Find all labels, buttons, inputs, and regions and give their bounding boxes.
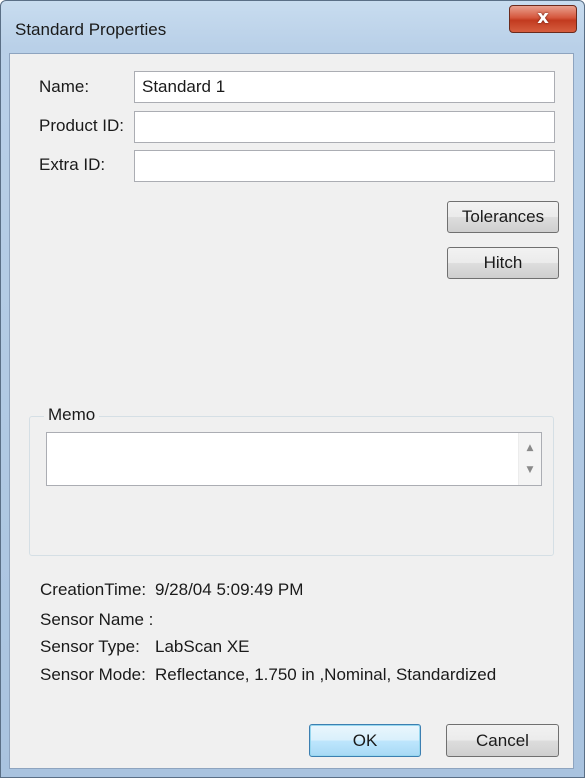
extra-id-label: Extra ID: (39, 155, 106, 174)
title-bar[interactable]: Standard Properties x (1, 1, 584, 53)
sensor-mode-value: Reflectance, 1.750 in ,Nominal, Standard… (155, 665, 497, 684)
sensor-name-label: Sensor Name : (40, 610, 154, 629)
window-title: Standard Properties (15, 20, 167, 39)
close-icon: x (537, 7, 549, 28)
name-field[interactable] (134, 71, 555, 103)
memo-scrollbar[interactable]: ▲ ▼ (518, 433, 541, 485)
ok-button[interactable]: OK (309, 724, 421, 757)
memo-field[interactable] (47, 433, 517, 485)
product-id-label: Product ID: (39, 116, 125, 135)
extra-id-field[interactable] (134, 150, 555, 182)
memo-box: ▲ ▼ (46, 432, 542, 486)
sensor-type-value: LabScan XE (155, 637, 250, 656)
sensor-type-label: Sensor Type: (40, 637, 140, 656)
cancel-button[interactable]: Cancel (446, 724, 559, 757)
scroll-down-icon[interactable]: ▼ (519, 461, 541, 479)
hitch-button[interactable]: Hitch (447, 247, 559, 279)
creation-time-label: CreationTime: (40, 580, 147, 599)
name-label: Name: (39, 77, 90, 96)
scroll-up-icon[interactable]: ▲ (519, 439, 541, 457)
memo-label: Memo (44, 405, 100, 425)
sensor-mode-label: Sensor Mode: (40, 665, 146, 684)
close-button[interactable]: x (509, 5, 577, 33)
tolerances-button[interactable]: Tolerances (447, 201, 559, 233)
product-id-field[interactable] (134, 111, 555, 143)
creation-time-value: 9/28/04 5:09:49 PM (155, 580, 304, 599)
